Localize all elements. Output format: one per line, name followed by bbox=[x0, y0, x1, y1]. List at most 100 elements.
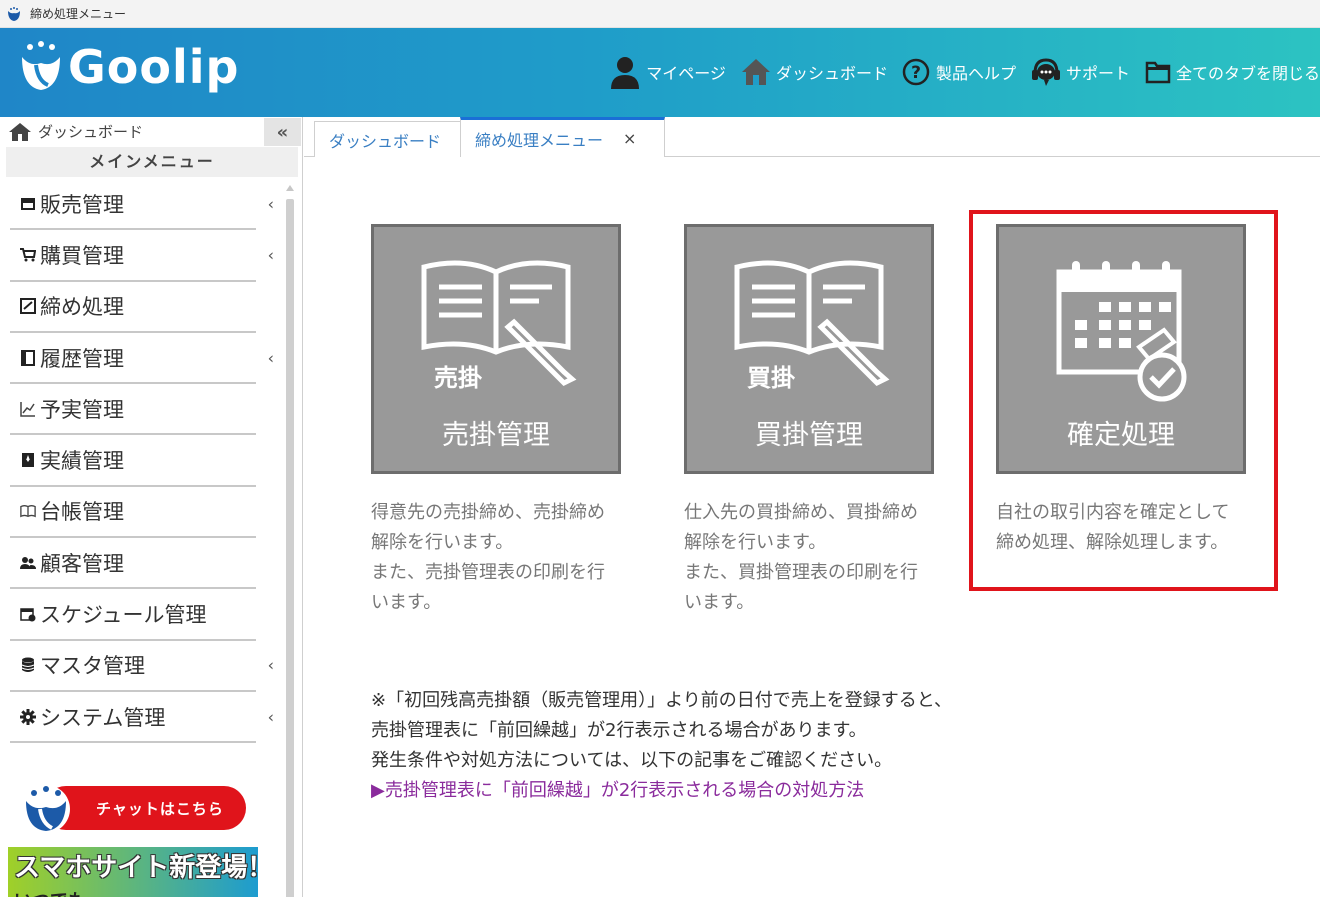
cart-icon bbox=[20, 247, 36, 263]
main-menu-title: メインメニュー bbox=[6, 147, 298, 177]
chevron-left-icon: ‹ bbox=[267, 348, 274, 368]
tab-dashboard[interactable]: ダッシュボード bbox=[314, 121, 461, 157]
tab-bar: ダッシュボード 締め処理メニュー × bbox=[304, 117, 1320, 157]
scroll-up-arrow-icon[interactable] bbox=[286, 185, 294, 191]
history-icon bbox=[20, 349, 36, 366]
main-menu: 販売管理 ‹ 購買管理 ‹ 締め処理 履歴管理 ‹ 予実管理 実績管理 台帳管理… bbox=[10, 179, 274, 744]
support-label: サポート bbox=[1065, 64, 1130, 83]
close-icon[interactable]: × bbox=[623, 129, 636, 148]
headset-icon bbox=[1031, 58, 1060, 86]
gear-icon bbox=[20, 708, 36, 725]
card-title: 確定処理 bbox=[1067, 420, 1175, 451]
home-icon bbox=[741, 59, 770, 85]
book-icon bbox=[20, 503, 36, 519]
scroll-thumb[interactable] bbox=[286, 199, 294, 897]
sidebar-item-customers[interactable]: 顧客管理 bbox=[10, 538, 256, 590]
main-content: 売掛 売掛管理 買掛 買掛管理 確定処理 得意先の売掛締め、売掛締め 解除を行い… bbox=[304, 158, 1320, 897]
desc-line: 解除を行います。 bbox=[371, 532, 514, 553]
sidebar-item-label: スケジュール管理 bbox=[40, 603, 207, 628]
accounts-payable-card[interactable]: 買掛 買掛管理 bbox=[684, 224, 934, 474]
sidebar-item-closing[interactable]: 締め処理 bbox=[10, 282, 256, 333]
chart-icon bbox=[20, 401, 36, 417]
chevron-left-icon: ‹ bbox=[267, 707, 274, 727]
sidebar-item-master[interactable]: マスタ管理 ‹ bbox=[10, 641, 274, 692]
desc-line: また、買掛管理表の印刷を行 bbox=[684, 562, 918, 583]
chat-banner[interactable]: チャットはこちら bbox=[18, 783, 246, 833]
sidebar-collapse-button[interactable]: « bbox=[264, 118, 301, 146]
sidebar-item-system[interactable]: システム管理 ‹ bbox=[10, 692, 274, 744]
mypage-link[interactable]: マイページ bbox=[608, 55, 726, 89]
smartphone-banner-title: スマホサイト新登場！ bbox=[14, 853, 258, 883]
desc-line: います。 bbox=[684, 592, 755, 613]
user-icon bbox=[611, 57, 640, 89]
sidebar-item-label: マスタ管理 bbox=[40, 654, 145, 679]
sidebar-item-label: 台帳管理 bbox=[40, 500, 124, 525]
sidebar-item-purchase[interactable]: 購買管理 ‹ bbox=[10, 230, 274, 282]
help-article-link[interactable]: ▶売掛管理表に「前回繰越」が2行表示される場合の対処方法 bbox=[371, 776, 952, 806]
desc-line: 仕入先の買掛締め、買掛締め bbox=[684, 502, 918, 523]
product-help-label: 製品ヘルプ bbox=[935, 64, 1016, 83]
notice-line: ※「初回残高売掛額（販売管理用）」より前の日付で売上を登録すると、 bbox=[371, 690, 952, 711]
card-description: 仕入先の買掛締め、買掛締め 解除を行います。 また、買掛管理表の印刷を行 います… bbox=[684, 498, 944, 618]
sidebar-item-results[interactable]: 実績管理 bbox=[10, 435, 256, 487]
card-title: 売掛管理 bbox=[442, 420, 550, 451]
card-title: 買掛管理 bbox=[755, 420, 863, 451]
sidebar-item-label: 締め処理 bbox=[40, 295, 124, 320]
smartphone-banner-subtitle: いつでも bbox=[14, 887, 86, 897]
sidebar-item-ledger[interactable]: 台帳管理 bbox=[10, 487, 256, 539]
users-icon bbox=[20, 555, 36, 571]
desc-line: います。 bbox=[371, 592, 442, 613]
sidebar-top: ダッシュボード « bbox=[0, 117, 303, 147]
folder-icon bbox=[1145, 61, 1171, 84]
window-title: 締め処理メニュー bbox=[30, 7, 127, 21]
chevron-left-icon: ‹ bbox=[267, 194, 274, 214]
calendar-icon bbox=[20, 606, 36, 622]
sidebar-item-label: 顧客管理 bbox=[40, 551, 124, 576]
help-icon: ? bbox=[902, 58, 930, 86]
sidebar-item-label: 実績管理 bbox=[40, 449, 124, 474]
mypage-label: マイページ bbox=[646, 64, 726, 83]
support-link[interactable]: サポート bbox=[1030, 56, 1130, 88]
chevron-left-icon: ‹ bbox=[267, 245, 274, 265]
sidebar-item-budget[interactable]: 予実管理 bbox=[10, 384, 256, 436]
sidebar-dashboard-link[interactable]: ダッシュボード bbox=[8, 121, 143, 142]
sidebar-item-label: 履歴管理 bbox=[40, 346, 124, 371]
sidebar-item-sales[interactable]: 販売管理 ‹ bbox=[10, 179, 274, 231]
notice-line: 売掛管理表に「前回繰越」が2行表示される場合があります。 bbox=[371, 720, 867, 741]
sidebar-item-history[interactable]: 履歴管理 ‹ bbox=[10, 333, 274, 385]
card-description: 自社の取引内容を確定として 締め処理、解除処理します。 bbox=[996, 498, 1256, 558]
sidebar-item-label: 購買管理 bbox=[40, 243, 124, 268]
desc-line: また、売掛管理表の印刷を行 bbox=[371, 562, 605, 583]
card-badge: 買掛 bbox=[747, 364, 795, 392]
header-nav: マイページ ダッシュボード ? 製品ヘルプ サポート 全てのタブを閉じる bbox=[594, 54, 1320, 90]
desc-line: 解除を行います。 bbox=[684, 532, 827, 553]
tab-closing-menu[interactable]: 締め処理メニュー × bbox=[460, 117, 665, 157]
goolip-logo[interactable]: Goolip bbox=[18, 40, 239, 94]
sidebar-scrollbar[interactable] bbox=[285, 185, 295, 897]
store-icon bbox=[20, 196, 36, 212]
chat-button[interactable]: チャットはこちら bbox=[44, 786, 246, 830]
close-all-tabs-button[interactable]: 全てのタブを閉じる bbox=[1144, 58, 1320, 86]
card-description: 得意先の売掛締め、売掛締め 解除を行います。 また、売掛管理表の印刷を行 います… bbox=[371, 498, 631, 618]
desc-line: 締め処理、解除処理します。 bbox=[996, 532, 1229, 553]
sidebar-item-label: 販売管理 bbox=[40, 192, 124, 217]
chevron-left-icon: ‹ bbox=[267, 655, 274, 675]
dashboard-link[interactable]: ダッシュボード bbox=[740, 57, 888, 87]
desc-line: 自社の取引内容を確定として bbox=[996, 502, 1230, 523]
tab-label: ダッシュボード bbox=[329, 131, 442, 151]
home-icon bbox=[9, 122, 31, 141]
confirmation-card[interactable]: 確定処理 bbox=[996, 224, 1246, 474]
sidebar-dashboard-label: ダッシュボード bbox=[38, 123, 144, 141]
app-header: Goolip マイページ ダッシュボード ? 製品ヘルプ サポート 全てのタブを… bbox=[0, 28, 1320, 117]
database-icon bbox=[20, 657, 36, 673]
accounts-receivable-card[interactable]: 売掛 売掛管理 bbox=[371, 224, 621, 474]
tab-label: 締め処理メニュー bbox=[475, 130, 604, 150]
notice-line: 発生条件や対処方法については、以下の記事をご確認ください。 bbox=[371, 750, 893, 771]
product-help-link[interactable]: ? 製品ヘルプ bbox=[902, 58, 1016, 86]
checkbox-icon bbox=[20, 298, 36, 315]
svg-text:?: ? bbox=[911, 63, 921, 83]
bookmark-icon bbox=[20, 452, 36, 468]
smartphone-site-banner[interactable]: スマホサイト新登場！ いつでも bbox=[8, 847, 258, 897]
close-all-tabs-label: 全てのタブを閉じる bbox=[1175, 64, 1320, 83]
sidebar-item-schedule[interactable]: スケジュール管理 bbox=[10, 589, 256, 641]
